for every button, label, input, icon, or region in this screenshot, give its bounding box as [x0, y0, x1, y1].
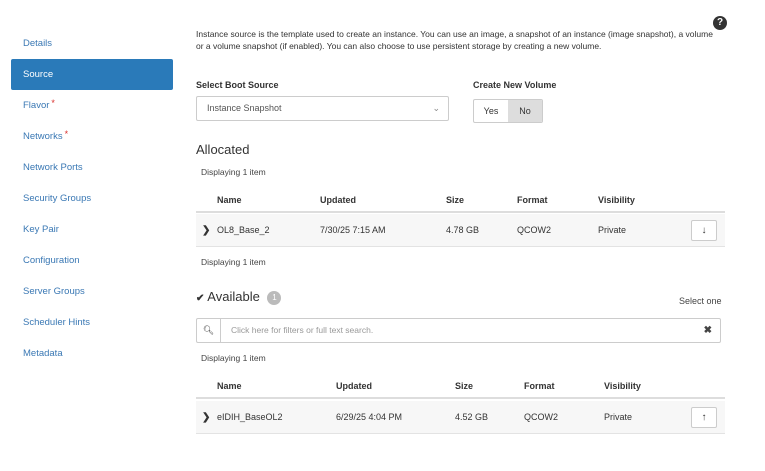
row-name: OL8_Base_2 [217, 225, 270, 235]
sidebar-item-label: Configuration [23, 255, 80, 266]
row-size: 4.78 GB [446, 225, 480, 235]
row-size: 4.52 GB [455, 412, 489, 422]
available-count-badge: 1 [267, 290, 282, 305]
available-title: Available [207, 289, 260, 304]
search-input[interactable]: Click here for filters or full text sear… [231, 319, 373, 342]
sidebar-item-key-pair[interactable]: Key Pair [11, 214, 173, 245]
new-volume-label: Create New Volume [473, 80, 557, 90]
sidebar-item-flavor[interactable]: Flavor * [11, 90, 173, 121]
column-header-visibility[interactable]: Visibility [598, 191, 635, 209]
sidebar-item-networks[interactable]: Networks * [11, 121, 173, 152]
sidebar-item-label: Details [23, 38, 53, 49]
row-format: QCOW2 [524, 412, 559, 422]
column-header-updated[interactable]: Updated [336, 377, 372, 395]
sidebar-item-configuration[interactable]: Configuration [11, 245, 173, 276]
allocated-heading: Allocated [196, 142, 250, 157]
sidebar-item-label: Metadata [23, 348, 63, 359]
chevron-down-icon: ⌄ [432, 103, 440, 113]
row-format: QCOW2 [517, 225, 552, 235]
required-marker: * [51, 98, 55, 108]
boot-source-select[interactable]: Instance Snapshot ⌄ [196, 96, 449, 121]
sidebar-item-label: Network Ports [23, 162, 83, 173]
row-name: eIDIH_BaseOL2 [217, 412, 283, 422]
allocated-count: Displaying 1 item [201, 167, 266, 177]
clear-icon[interactable]: ✖ [704, 319, 712, 342]
filter-search[interactable]: 🔍︎ Click here for filters or full text s… [196, 318, 721, 343]
column-header-updated[interactable]: Updated [320, 191, 356, 209]
available-count: Displaying 1 item [201, 353, 266, 363]
new-volume-toggle: Yes No [473, 99, 543, 123]
sidebar-item-network-ports[interactable]: Network Ports [11, 152, 173, 183]
column-header-format[interactable]: Format [517, 191, 548, 209]
deallocate-button[interactable]: ↓ [691, 220, 717, 241]
column-header-name[interactable]: Name [217, 377, 242, 395]
row-updated: 7/30/25 7:15 AM [320, 225, 386, 235]
wizard-sidebar: Details Source Flavor * Networks * Network… [11, 28, 173, 369]
select-hint: Select one [679, 296, 722, 306]
column-header-size[interactable]: Size [446, 191, 464, 209]
available-table-header: Name Updated Size Format Visibility [196, 377, 725, 399]
row-visibility: Private [598, 225, 627, 235]
sidebar-item-label: Source [23, 69, 54, 80]
sidebar-item-label: Key Pair [23, 224, 59, 235]
sidebar-item-label: Security Groups [23, 193, 92, 204]
allocate-button[interactable]: ↑ [691, 407, 717, 428]
boot-source-label: Select Boot Source [196, 80, 279, 90]
sidebar-item-scheduler-hints[interactable]: Scheduler Hints [11, 307, 173, 338]
allocated-table-header: Name Updated Size Format Visibility [196, 191, 725, 213]
boot-source-value: Instance Snapshot [207, 103, 282, 113]
column-header-name[interactable]: Name [217, 191, 242, 209]
column-header-format[interactable]: Format [524, 377, 555, 395]
table-row: ❯ eIDIH_BaseOL2 6/29/25 4:04 PM 4.52 GB … [196, 401, 725, 434]
available-heading[interactable]: ✔ Available 1 [196, 289, 282, 305]
new-volume-yes-button[interactable]: Yes [474, 100, 508, 122]
sidebar-item-details[interactable]: Details [11, 28, 173, 59]
sidebar-item-security-groups[interactable]: Security Groups [11, 183, 173, 214]
sidebar-item-label: Server Groups [23, 286, 85, 297]
required-marker: * [64, 129, 69, 139]
row-updated: 6/29/25 4:04 PM [336, 412, 403, 422]
sidebar-item-server-groups[interactable]: Server Groups [11, 276, 173, 307]
chevron-right-icon[interactable]: ❯ [202, 401, 210, 434]
allocated-count-footer: Displaying 1 item [201, 257, 266, 267]
row-visibility: Private [604, 412, 633, 422]
chevron-down-icon: ✔ [196, 293, 205, 304]
sidebar-item-label: Networks [23, 131, 63, 142]
new-volume-no-button[interactable]: No [508, 100, 542, 122]
search-icon: 🔍︎ [197, 319, 221, 342]
sidebar-item-metadata[interactable]: Metadata [11, 338, 173, 369]
source-description: Instance source is the template used to … [196, 29, 713, 51]
column-header-visibility[interactable]: Visibility [604, 377, 641, 395]
chevron-right-icon[interactable]: ❯ [202, 214, 210, 247]
table-row: ❯ OL8_Base_2 7/30/25 7:15 AM 4.78 GB QCO… [196, 214, 725, 247]
sidebar-item-label: Scheduler Hints [23, 317, 91, 328]
sidebar-item-label: Flavor [23, 100, 50, 111]
sidebar-item-source[interactable]: Source [11, 59, 173, 90]
column-header-size[interactable]: Size [455, 377, 473, 395]
